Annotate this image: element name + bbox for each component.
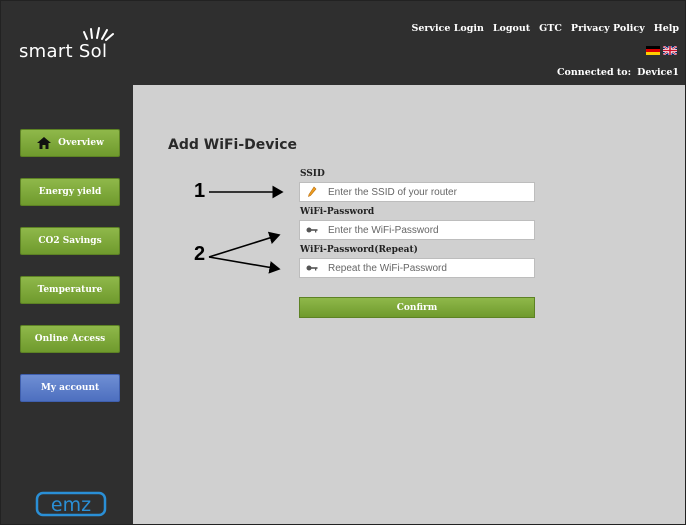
sidebar-item-overview[interactable]: Overview bbox=[20, 129, 120, 157]
sidebar-item-energy-yield[interactable]: Energy yield bbox=[20, 178, 120, 206]
top-header: smart Sol Service Login Logout GTC Priva… bbox=[1, 1, 685, 85]
logout-link[interactable]: Logout bbox=[493, 23, 530, 34]
home-icon bbox=[36, 136, 52, 150]
sidebar-item-label: Online Access bbox=[34, 334, 106, 344]
top-nav: Service Login Logout GTC Privacy Policy … bbox=[412, 23, 679, 34]
callout-arrow-password bbox=[208, 231, 281, 258]
svg-text:emz: emz bbox=[51, 494, 91, 516]
callout-arrows bbox=[208, 185, 284, 274]
sidebar-item-label: CO2 Savings bbox=[38, 236, 102, 246]
logo-text: smart Sol bbox=[19, 41, 108, 62]
sidebar-item-label: Energy yield bbox=[38, 187, 102, 197]
privacy-policy-link[interactable]: Privacy Policy bbox=[571, 23, 645, 34]
emz-logo: emz bbox=[35, 491, 107, 517]
smartsol-logo: smart Sol bbox=[19, 23, 129, 63]
sidebar-item-co2-savings[interactable]: CO2 Savings bbox=[20, 227, 120, 255]
sidebar-item-online-access[interactable]: Online Access bbox=[20, 325, 120, 353]
service-login-link[interactable]: Service Login bbox=[412, 23, 484, 34]
german-flag-icon[interactable] bbox=[646, 46, 660, 55]
sidebar-item-my-account[interactable]: My account bbox=[20, 374, 120, 402]
main-content: Add WiFi-Device SSID WiFi-Password WiFi-… bbox=[133, 85, 685, 524]
sun-rays-icon bbox=[83, 27, 114, 41]
sidebar-item-label: Overview bbox=[58, 138, 104, 148]
gtc-link[interactable]: GTC bbox=[539, 23, 562, 34]
language-flags bbox=[646, 46, 677, 55]
connection-status: Connected to: Device1 bbox=[557, 67, 679, 78]
sidebar-item-label: Temperature bbox=[37, 285, 103, 295]
connected-device: Device1 bbox=[637, 67, 679, 78]
uk-flag-icon[interactable] bbox=[663, 46, 677, 55]
help-link[interactable]: Help bbox=[654, 23, 679, 34]
sidebar: Overview Energy yield CO2 Savings Temper… bbox=[1, 85, 133, 524]
app-window: smart Sol Service Login Logout GTC Priva… bbox=[0, 0, 686, 525]
callout-arrow-password-repeat bbox=[208, 256, 281, 274]
connected-label: Connected to: bbox=[556, 67, 632, 78]
sidebar-item-label: My account bbox=[40, 383, 100, 393]
sidebar-item-temperature[interactable]: Temperature bbox=[20, 276, 120, 304]
